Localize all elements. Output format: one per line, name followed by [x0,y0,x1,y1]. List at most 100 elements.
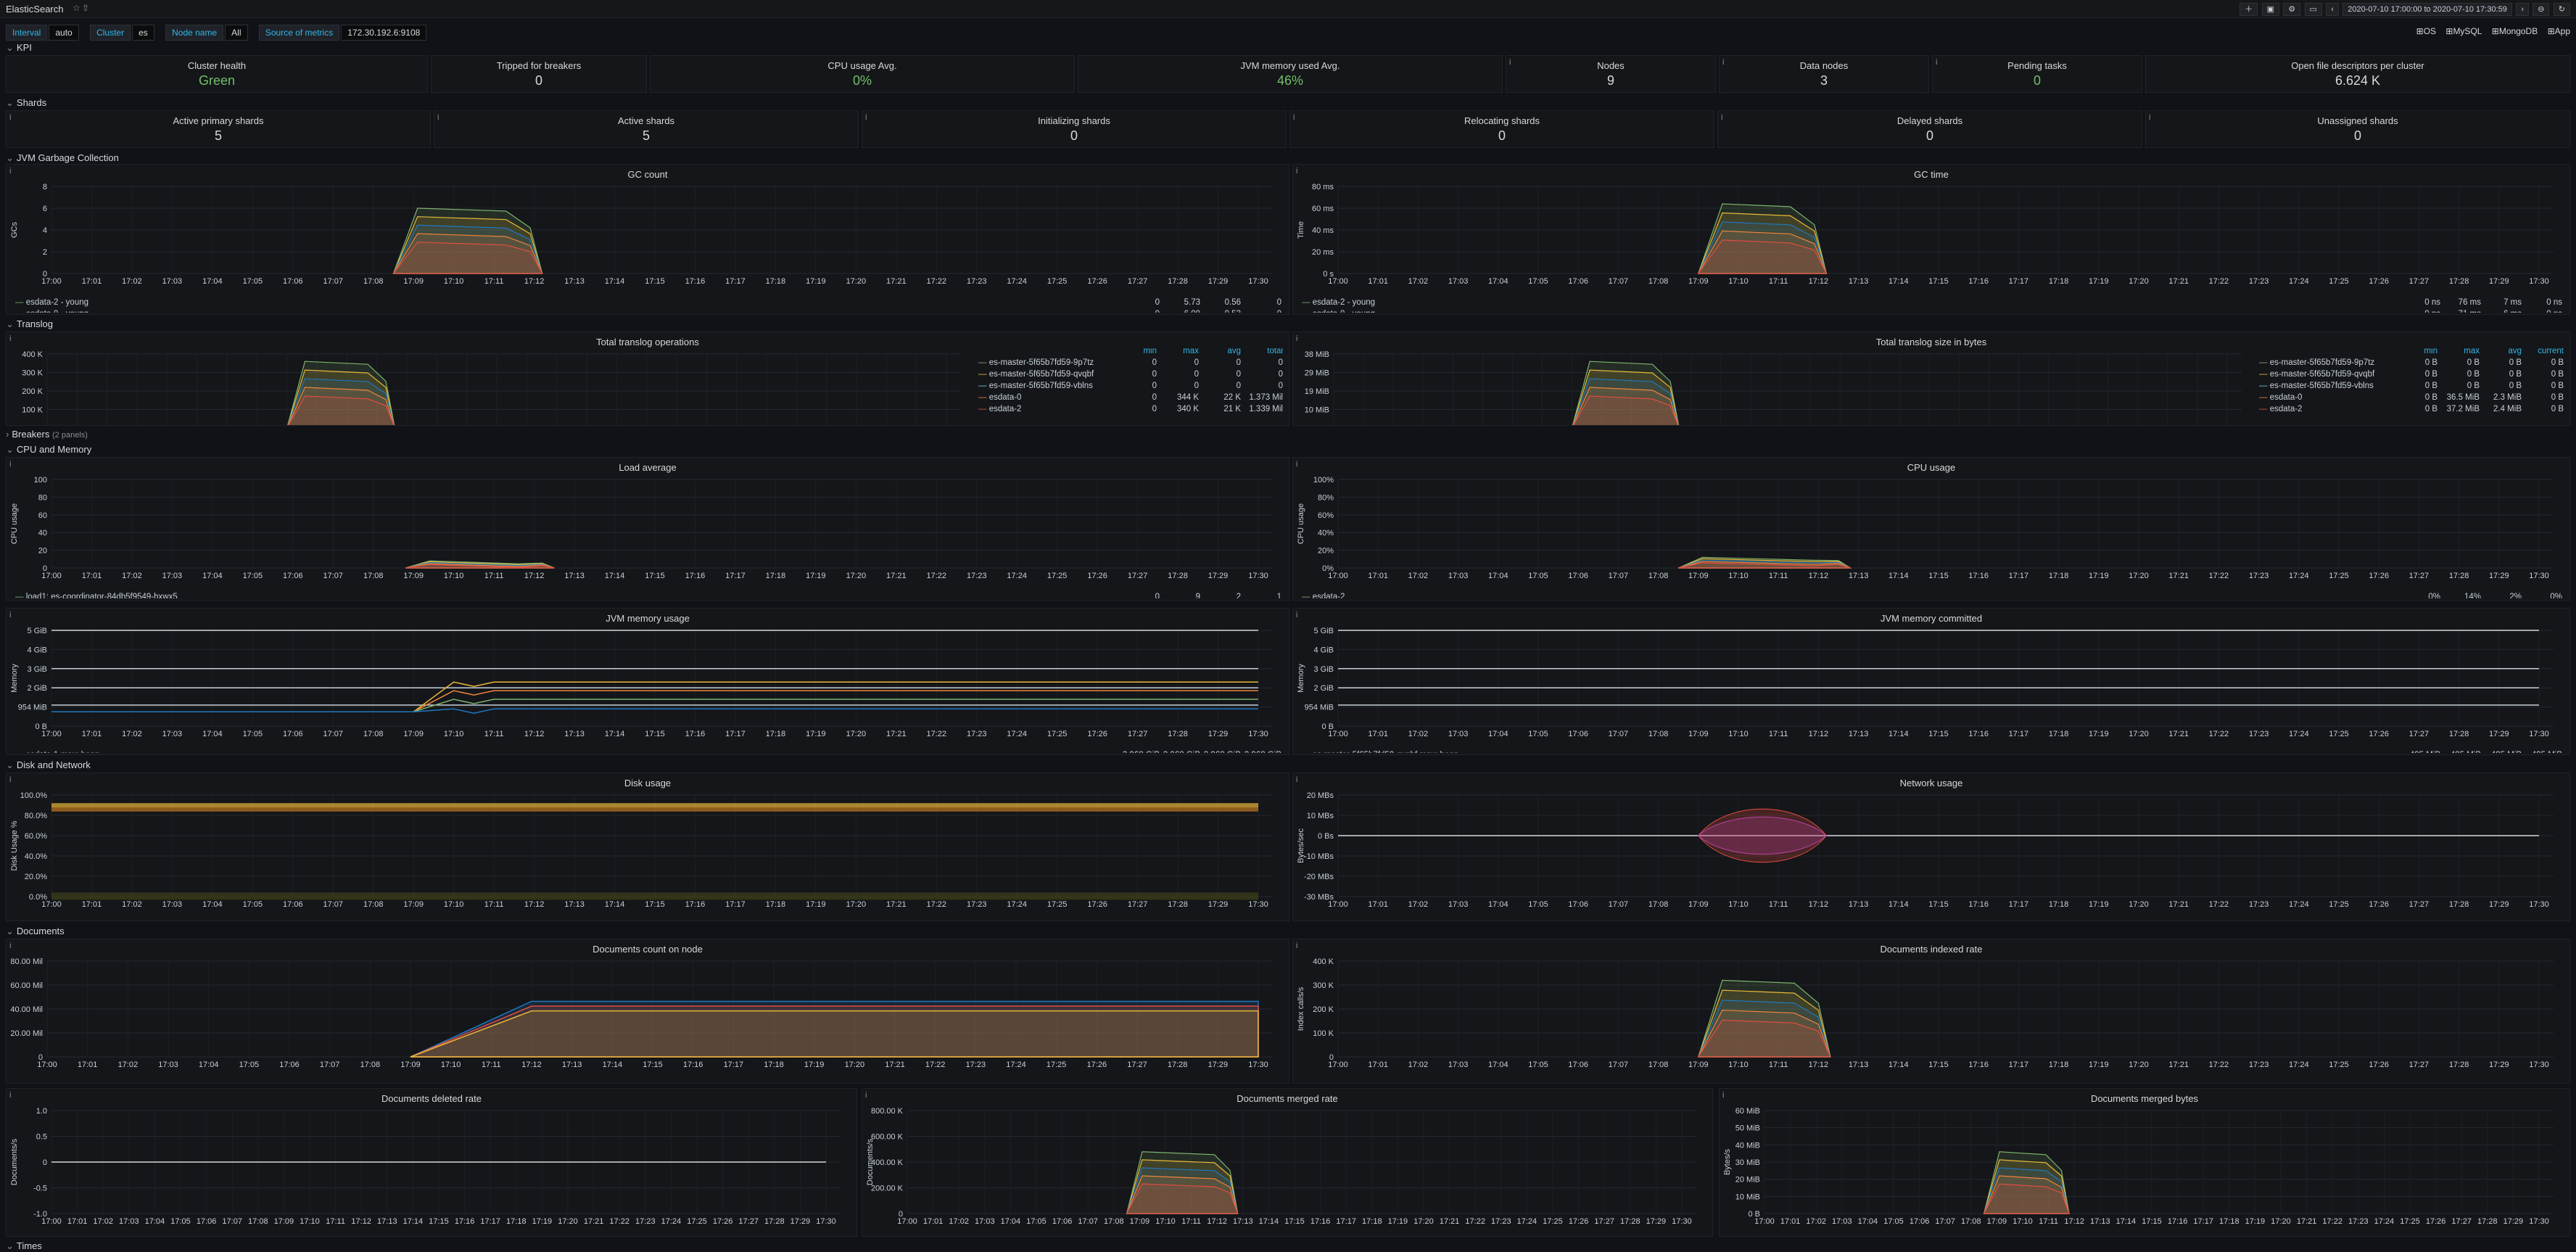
legend-item[interactable]: — esdata-2 [1302,593,1345,598]
panel-title[interactable]: JVM memory usage [7,613,1289,624]
legend-item[interactable]: — esdata-0 - young [1302,310,1375,313]
graph-canvas[interactable]: Index calls/s400 K300 K200 K100 K017:00 1… [1296,955,2567,1079]
legend-series-name[interactable]: esdata-2 [1313,593,1345,598]
gc-time-panel[interactable]: i GC time Time 80 ms 60 ms 40 ms 20 ms 0 s 17:00… [1292,164,2570,315]
panel-title[interactable]: Documents merged rate [862,1093,1712,1104]
translog-ops-panel[interactable]: i Total translog operations 400 K 300 K 200 … [6,331,1289,426]
translog-size-panel[interactable]: i Total translog size in bytes 38 MiB 29 Mi… [1292,331,2570,426]
graph-canvas[interactable]: Bytes/sec20 MBs10 MBs0 Bs-10 MBs-20 MBs-… [1296,789,2567,918]
cycle-view-button[interactable]: ▭ [2304,3,2322,16]
legend-item[interactable]: — es-master-5f65b7fd59-9p7tz [978,358,1094,367]
legend-item[interactable]: — es-master-5f65b7fd59-qvqbf [2259,370,2374,379]
legend-series-name[interactable]: load1: es-coordinator-84db5f9549-hxwx5 [26,593,178,598]
legend-header[interactable]: min [2395,348,2437,355]
legend-item[interactable]: — es-master-5f65b7fd59-qvqbf max: heap [1302,751,1458,753]
row-disk-net[interactable]: ⌄ Disk and Network [6,759,91,771]
doc-merged-bytes-panel[interactable]: i Documents merged bytes Bytes/s 60 MiB 50 M… [1719,1088,2570,1237]
graph-canvas[interactable]: 38 MiB29 MiB19 MiB10 MiB0 B17:00 17:01 17:… [1296,348,2255,426]
graph-canvas[interactable]: Documents/s1.00.50-0.5-1.017:00 17:01 17:0… [9,1105,854,1235]
panel-title[interactable]: Total translog operations [7,337,1289,347]
gc-count-panel[interactable]: i GC count GCs 8 6 4 2 0 17:00 17:01 17:02 17:03 17:… [6,164,1289,315]
cpu-panel[interactable]: i CPU usage CPU usage 100% 80% 60% 40% 20% 0% 17:… [1292,457,2570,601]
panel-title[interactable]: Load average [7,462,1289,473]
doc-count-panel[interactable]: i Documents count on node 80.00 Mil 60.00 M… [6,939,1289,1084]
legend-series-name[interactable]: esdata-1 max: heap [26,751,100,753]
legend-item[interactable]: — esdata-2 - young [1302,298,1375,307]
legend-series-name[interactable]: esdata-0 [2270,393,2303,402]
doc-index-panel[interactable]: i Documents indexed rate Index calls/s 400 … [1292,939,2570,1084]
legend-header[interactable]: min [1115,348,1157,355]
legend-header[interactable]: total [1241,348,1283,355]
legend-header[interactable]: avg [1199,348,1241,355]
graph-canvas[interactable]: Documents/s800.00 K600.00 K400.00 K200.0… [865,1105,1709,1235]
var-source-input[interactable]: 172.30.192.6:9108 [341,25,427,41]
add-panel-button[interactable]: ＋ [2239,3,2258,16]
legend-item[interactable]: — esdata-2 - young [15,298,88,307]
link-mongodb[interactable]: ⊞MongoDB [2492,26,2538,36]
legend-item[interactable]: — esdata-2 [2259,405,2302,413]
legend-header[interactable]: max [1157,348,1199,355]
legend-series-name[interactable]: esdata-2 - young [26,298,88,307]
legend-item[interactable]: — esdata-1 max: heap [15,751,99,753]
legend-series-name[interactable]: es-master-5f65b7fd59-qvqbf [2270,370,2374,379]
graph-canvas[interactable]: 400 K300 K200 K100 K017:00 17:01 17:02 17:0… [9,348,974,426]
graph-canvas[interactable]: Bytes/s 60 MiB 50 MiB 40 MiB 30 MiB 20 MiB 10 … [1722,1105,2567,1235]
star-icon[interactable]: ☆ [73,3,80,13]
row-documents[interactable]: ⌄ Documents [6,926,65,937]
graph-canvas[interactable]: Disk Usage %100.0%80.0%60.0%40.0%20.0%0.… [9,789,1286,918]
var-node-select[interactable]: All [225,25,248,41]
var-interval-select[interactable]: auto [49,25,79,41]
legend-series-name[interactable]: es-master-5f65b7fd59-vblns [2270,382,2374,390]
legend-series-name[interactable]: es-master-5f65b7fd59-qvqbf [989,370,1094,379]
network-panel[interactable]: i Network usage Bytes/sec 20 MBs 10 MBs 0 Bs -… [1292,773,2570,921]
panel-title[interactable]: Network usage [1293,778,2569,788]
graph-canvas[interactable]: 80.00 Mil60.00 Mil40.00 Mil20.00 Mil017:… [9,955,1286,1079]
legend-header[interactable]: current [2522,348,2564,355]
save-dashboard-button[interactable]: ▣ [2261,3,2279,16]
panel-title[interactable]: Documents deleted rate [7,1093,856,1104]
row-translog[interactable]: ⌄ Translog [6,318,53,330]
time-range-picker[interactable]: 2020-07-10 17:00:00 to 2020-07-10 17:30:… [2342,3,2512,16]
chevron-right-icon[interactable]: › [2516,3,2529,16]
legend-item[interactable]: — esdata-0 [978,393,1021,402]
legend-item[interactable]: — es-master-5f65b7fd59-vblns [978,382,1093,390]
panel-title[interactable]: GC time [1293,169,2569,180]
row-breakers[interactable]: › Breakers (2 panels) [6,429,88,440]
graph-canvas[interactable]: Time80 ms60 ms40 ms20 ms0 s17:00 17:01 17:… [1296,181,2567,295]
legend-series-name[interactable]: es-master-5f65b7fd59-9p7tz [2270,358,2374,367]
link-mysql[interactable]: ⊞MySQL [2445,26,2482,36]
legend-series-name[interactable]: esdata-0 [989,393,1022,402]
share-icon[interactable]: ⇧ [82,3,89,13]
graph-canvas[interactable]: CPU usage100%80%60%40%20%0%17:00 17:01 17:… [1296,474,2567,590]
chevron-left-icon[interactable]: ‹ [2326,3,2339,16]
panel-title[interactable]: JVM memory committed [1293,613,2569,624]
doc-merged-panel[interactable]: i Documents merged rate Documents/s 800.00 … [862,1088,1713,1237]
legend-series-name[interactable]: es-master-5f65b7fd59-vblns [989,382,1093,390]
panel-title[interactable]: CPU usage [1293,462,2569,473]
row-shards[interactable]: ⌄ Shards [6,97,46,109]
doc-deleted-panel[interactable]: i Documents deleted rate Documents/s 1.0 0.5… [6,1088,857,1237]
legend-item[interactable]: — esdata-0 [2259,393,2302,402]
legend-item[interactable]: — esdata-2 [978,405,1021,413]
panel-title[interactable]: Total translog size in bytes [1293,337,2569,347]
dashboard-title[interactable]: ElasticSearch [6,4,63,15]
legend-series-name[interactable]: esdata-2 [989,405,1022,413]
legend-item[interactable]: — es-master-5f65b7fd59-qvqbf [978,370,1094,379]
panel-title[interactable]: Documents indexed rate [1293,944,2569,955]
legend-series-name[interactable]: esdata-2 - young [1313,298,1375,307]
legend-header[interactable]: max [2437,348,2480,355]
var-cluster-select[interactable]: es [132,25,154,41]
graph-canvas[interactable]: CPU usage10080604020017:00 17:01 17:02 17:0… [9,474,1286,590]
legend-item[interactable]: — es-master-5f65b7fd59-vblns [2259,382,2374,390]
legend-series-name[interactable]: esdata-0 - young [26,310,88,313]
graph-canvas[interactable]: Memory5 GiB4 GiB3 GiB2 GiB954 MiB0 B17:0… [9,625,1286,748]
row-gc[interactable]: ⌄ JVM Garbage Collection [6,152,119,164]
row-cpu-mem[interactable]: ⌄ CPU and Memory [6,444,91,456]
load-panel[interactable]: i Load average CPU usage 100 80 60 40 20 0 17:00 1… [6,457,1289,601]
legend-item[interactable]: — load1: es-coordinator-84db5f9549-hxwx5 [15,593,178,598]
legend-header[interactable]: avg [2480,348,2522,355]
panel-title[interactable]: Documents count on node [7,944,1289,955]
legend-series-name[interactable]: esdata-2 [2270,405,2303,413]
settings-button[interactable]: ⚙ [2283,3,2301,16]
jvm-commit-panel[interactable]: i JVM memory committed Memory 5 GiB 4 GiB 3 G… [1292,608,2570,755]
